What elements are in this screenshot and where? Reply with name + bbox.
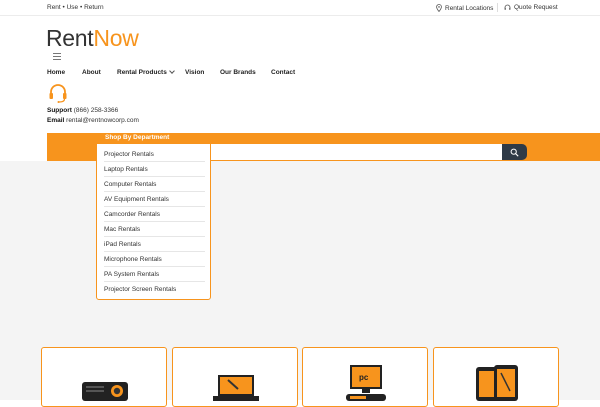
dept-camcorder-rentals[interactable]: Camcorder Rentals bbox=[104, 207, 205, 222]
logo-text-now: Now bbox=[93, 25, 139, 51]
site-logo[interactable]: RentNow bbox=[46, 24, 139, 52]
nav-about[interactable]: About bbox=[82, 69, 101, 76]
search-input[interactable] bbox=[211, 144, 502, 160]
dept-laptop-rentals[interactable]: Laptop Rentals bbox=[104, 162, 205, 177]
nav-rental-products-label: Rental Products bbox=[117, 69, 167, 76]
dept-microphone-rentals[interactable]: Microphone Rentals bbox=[104, 252, 205, 267]
rental-locations-link[interactable]: Rental Locations bbox=[436, 4, 493, 12]
quote-request-link[interactable]: Quote Request bbox=[504, 4, 558, 11]
email-line: Email rental@rentnowcorp.com bbox=[47, 116, 139, 126]
menu-icon[interactable] bbox=[53, 53, 61, 62]
search-button[interactable] bbox=[502, 144, 527, 160]
rental-locations-label: Rental Locations bbox=[445, 4, 494, 12]
department-menu: Projector Rentals Laptop Rentals Compute… bbox=[96, 143, 211, 300]
support-email[interactable]: rental@rentnowcorp.com bbox=[66, 117, 139, 124]
support-phone[interactable]: (866) 258-3366 bbox=[74, 107, 118, 114]
nav-contact[interactable]: Contact bbox=[271, 69, 295, 76]
dept-mac-rentals[interactable]: Mac Rentals bbox=[104, 222, 205, 237]
email-label: Email bbox=[47, 117, 65, 124]
tagline: Rent • Use • Return bbox=[47, 4, 104, 11]
support-info: Support (866) 258-3366 Email rental@rent… bbox=[47, 106, 139, 126]
projector-icon bbox=[82, 382, 128, 401]
search-icon bbox=[510, 148, 519, 157]
dept-computer-rentals[interactable]: Computer Rentals bbox=[104, 177, 205, 192]
top-bar: Rent • Use • Return Rental Locations Quo… bbox=[0, 0, 600, 16]
svg-text:pc: pc bbox=[359, 373, 369, 382]
nav-our-brands[interactable]: Our Brands bbox=[220, 69, 256, 76]
dept-av-equipment-rentals[interactable]: AV Equipment Rentals bbox=[104, 192, 205, 207]
dept-ipad-rentals[interactable]: iPad Rentals bbox=[104, 237, 205, 252]
product-card-tablet[interactable] bbox=[433, 347, 559, 407]
dept-pa-system-rentals[interactable]: PA System Rentals bbox=[104, 267, 205, 282]
laptop-icon bbox=[213, 375, 259, 401]
product-card-projector[interactable] bbox=[41, 347, 167, 407]
chevron-down-icon bbox=[169, 68, 175, 74]
product-card-laptop[interactable] bbox=[172, 347, 298, 407]
headset-icon bbox=[504, 4, 511, 10]
dept-projector-rentals[interactable]: Projector Rentals bbox=[104, 147, 205, 162]
tablet-icon bbox=[476, 365, 518, 401]
logo-text-rent: Rent bbox=[46, 25, 94, 51]
support-label: Support bbox=[47, 107, 72, 114]
nav-home[interactable]: Home bbox=[47, 69, 65, 76]
topbar-divider bbox=[497, 3, 498, 12]
computer-icon: pc bbox=[346, 365, 386, 401]
nav-rental-products[interactable]: Rental Products bbox=[117, 68, 175, 76]
quote-request-label: Quote Request bbox=[514, 4, 558, 11]
support-line: Support (866) 258-3366 bbox=[47, 106, 139, 116]
map-pin-icon bbox=[436, 4, 442, 12]
nav-vision[interactable]: Vision bbox=[185, 69, 204, 76]
shop-by-department-header[interactable]: Shop By Department bbox=[96, 133, 211, 143]
headset-icon bbox=[49, 84, 67, 103]
dept-projector-screen-rentals[interactable]: Projector Screen Rentals bbox=[104, 282, 205, 297]
product-card-computer[interactable]: pc bbox=[302, 347, 428, 407]
